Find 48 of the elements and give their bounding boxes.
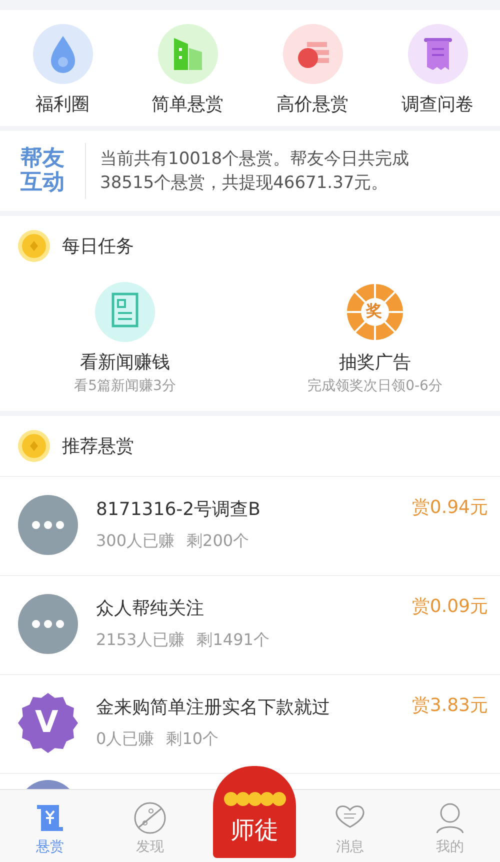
reward-amount: 赏3.83元 <box>412 694 488 718</box>
remaining-count: 剩1491个 <box>196 630 270 652</box>
bounty-title: 金来购简单注册实名下款就过 <box>96 696 331 720</box>
more-dots-avatar <box>18 495 78 556</box>
reward-amount: 赏0.94元 <box>412 496 488 520</box>
bounty-row[interactable]: V 金来购简单注册实名下款就过 0人已赚 剩10个 赏3.83元 <box>0 674 500 774</box>
task-item[interactable]: 奖 抽奖广告 完成领奖次日领0-6分 <box>250 282 500 396</box>
reward-amount: 赏0.09元 <box>412 595 488 618</box>
category-item[interactable]: 高价悬赏 <box>250 24 375 116</box>
category-item[interactable]: 调查问卷 <box>375 24 500 116</box>
category-label: 调查问卷 <box>402 93 474 116</box>
earned-count: 0人已赚 <box>96 729 154 750</box>
bounty-title: 众人帮纯关注 <box>96 597 205 620</box>
category-label: 福利圈 <box>36 93 90 116</box>
stats-text: 当前共有10018个悬赏。帮友今日共完成38515个悬赏，共提现46671.37元。 <box>100 148 410 196</box>
bounty-row[interactable]: 众人帮纯关注 2153人已赚 剩1491个 赏0.09元 <box>0 575 500 674</box>
category-label: 简单悬赏 <box>152 93 224 116</box>
section-title: 每日任务 <box>62 235 134 258</box>
task-subtitle: 看5篇新闻赚3分 <box>74 377 176 396</box>
logo: 帮友 互动 <box>0 143 86 200</box>
remaining-count: 剩200个 <box>186 531 250 552</box>
section-title: 推荐悬赏 <box>62 435 134 458</box>
category-item[interactable]: 简单悬赏 <box>125 24 250 116</box>
task-title: 看新闻赚钱 <box>80 351 170 374</box>
wheel-label: 奖 <box>366 301 382 322</box>
planet-icon <box>133 801 167 835</box>
more-dots-avatar <box>18 594 78 654</box>
earned-count: 2153人已赚 <box>96 630 185 652</box>
bounty-row[interactable]: 8171316-2号调查B 300人已赚 剩200个 赏0.94元 <box>0 476 500 576</box>
bounty-title: 8171316-2号调查B <box>96 498 262 522</box>
category-label: 高价悬赏 <box>276 93 348 116</box>
earned-count: 300人已赚 <box>96 531 175 552</box>
drop-icon <box>32 24 92 84</box>
category-item[interactable]: 福利圈 <box>0 24 125 116</box>
envelope-tab[interactable]: 师徒 <box>213 766 296 858</box>
task-title: 抽奖广告 <box>339 351 411 374</box>
prize-wheel-icon <box>345 282 405 342</box>
buildings-icon <box>158 24 218 84</box>
task-subtitle: 完成领奖次日领0-6分 <box>308 377 442 396</box>
badge-avatar <box>18 693 78 754</box>
newspaper-icon <box>95 282 155 342</box>
task-item[interactable]: 看新闻赚钱 看5篇新闻赚3分 <box>0 282 250 396</box>
remaining-count: 剩10个 <box>166 729 219 750</box>
badge-letter: V <box>35 705 58 740</box>
coin-icon <box>18 230 50 262</box>
money-icon <box>282 24 342 84</box>
receipt-icon <box>408 24 468 84</box>
coin-icon <box>18 430 50 462</box>
